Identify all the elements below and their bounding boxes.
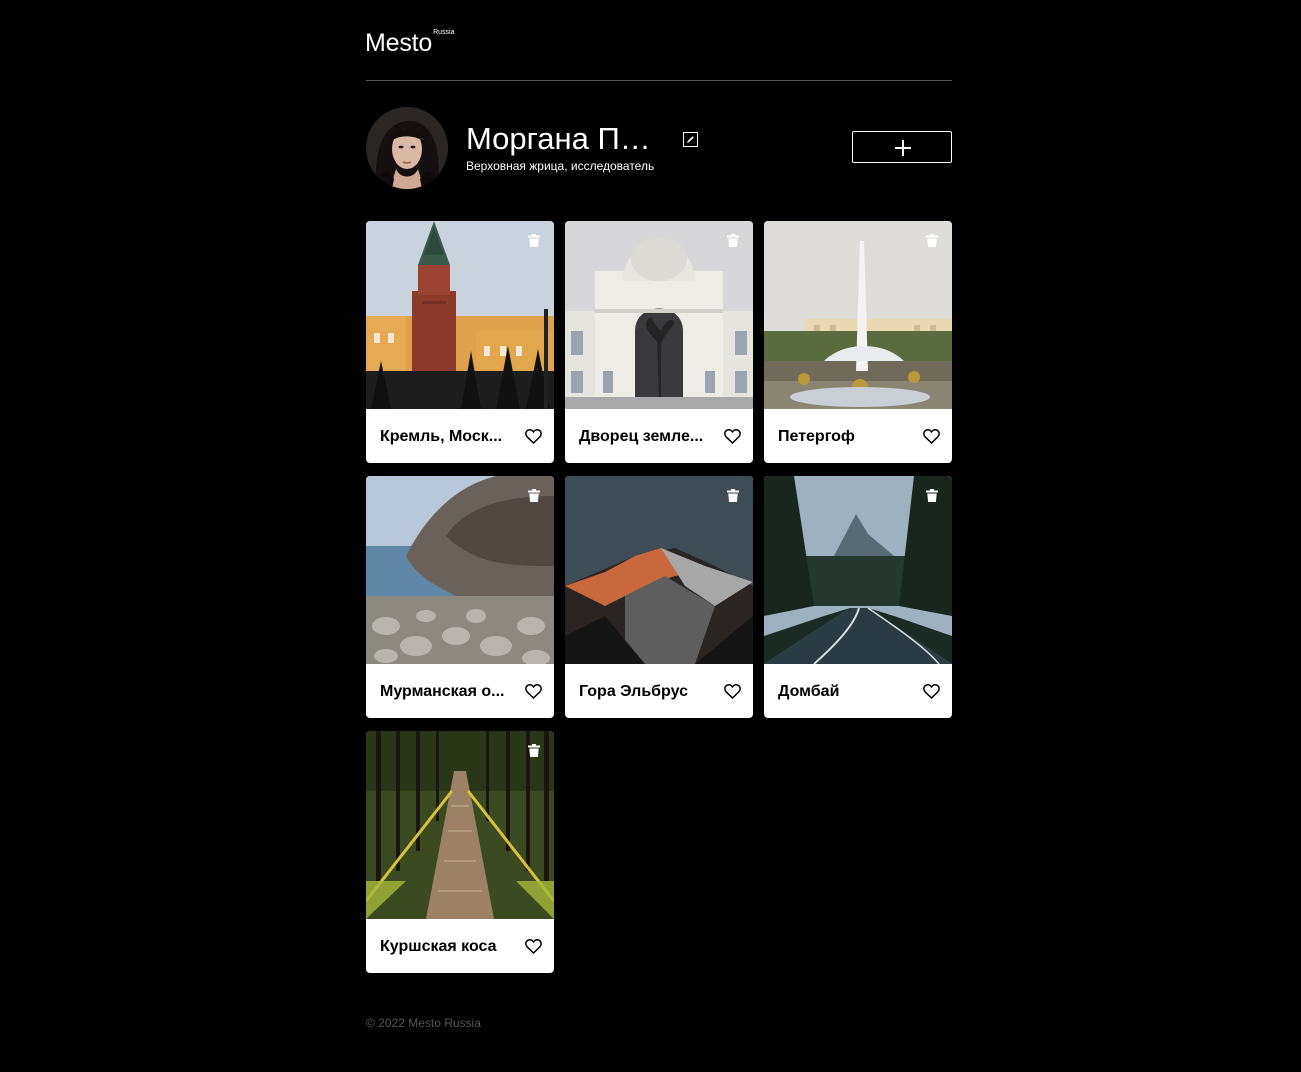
heart-outline-icon (724, 428, 741, 444)
logo-text: Mesto (365, 29, 433, 57)
card: Домбай (764, 476, 952, 718)
card-title: Гора Эльбрус (579, 682, 688, 700)
card-image[interactable] (565, 476, 753, 664)
card-footer: Мурманская о... (366, 664, 554, 718)
avatar[interactable] (366, 107, 448, 189)
like-button[interactable] (724, 428, 741, 444)
mountain-peak-image (565, 476, 753, 664)
cards-grid: Кремль, Моск... Дворец земле... Петергоф… (366, 221, 952, 973)
forest-boardwalk-image (366, 731, 554, 919)
heart-outline-icon (525, 938, 542, 954)
delete-card-button[interactable] (528, 234, 540, 247)
profile-name: Моргана Пе... (466, 121, 661, 156)
trash-icon (528, 489, 540, 502)
card-title: Дворец земле... (579, 427, 704, 445)
logo-superscript: Russia (433, 29, 455, 36)
header: Mesto Russia (365, 0, 952, 81)
like-button[interactable] (525, 938, 542, 954)
card-image[interactable] (764, 221, 952, 409)
card-title: Мурманская о... (380, 682, 505, 700)
trash-icon (727, 489, 739, 502)
profile-name-row: Моргана Пе... (466, 121, 796, 157)
heart-outline-icon (923, 428, 940, 444)
logo[interactable]: Mesto Russia (365, 29, 455, 57)
delete-card-button[interactable] (926, 489, 938, 502)
card: Кремль, Моск... (366, 221, 554, 463)
card: Петергоф (764, 221, 952, 463)
rocky-coast-image (366, 476, 554, 664)
trash-icon (528, 744, 540, 757)
heart-outline-icon (724, 683, 741, 699)
trash-icon (727, 234, 739, 247)
trash-icon (528, 234, 540, 247)
card-image[interactable] (366, 731, 554, 919)
card: Дворец земле... (565, 221, 753, 463)
like-button[interactable] (923, 428, 940, 444)
profile-about: Верховная жрица, исследователь (466, 159, 655, 173)
card-image[interactable] (366, 476, 554, 664)
heart-outline-icon (923, 683, 940, 699)
like-button[interactable] (724, 683, 741, 699)
delete-card-button[interactable] (727, 489, 739, 502)
add-card-button[interactable] (852, 131, 952, 163)
trash-icon (926, 489, 938, 502)
card-image[interactable] (764, 476, 952, 664)
pencil-icon (687, 136, 694, 143)
card-footer: Куршская коса (366, 919, 554, 973)
card: Куршская коса (366, 731, 554, 973)
card-title: Петергоф (778, 427, 855, 445)
card: Гора Эльбрус (565, 476, 753, 718)
avatar-image (366, 107, 448, 189)
footer: © 2022 Mesto Russia (366, 1016, 481, 1031)
profile-info: Моргана Пе... Верховная жрица, исследова… (466, 121, 796, 174)
heart-outline-icon (525, 428, 542, 444)
fountain-palace-image (764, 221, 952, 409)
delete-card-button[interactable] (528, 489, 540, 502)
card: Мурманская о... (366, 476, 554, 718)
card-title: Куршская коса (380, 937, 497, 955)
plus-icon (895, 140, 911, 156)
copyright-text: © 2022 Mesto Russia (366, 1016, 481, 1030)
like-button[interactable] (923, 683, 940, 699)
card-title: Кремль, Моск... (380, 427, 503, 445)
delete-card-button[interactable] (528, 744, 540, 757)
card-footer: Гора Эльбрус (565, 664, 753, 718)
kremlin-tower-image (366, 221, 554, 409)
profile: Моргана Пе... Верховная жрица, исследова… (366, 107, 952, 189)
palace-arch-image (565, 221, 753, 409)
card-footer: Домбай (764, 664, 952, 718)
forest-road-image (764, 476, 952, 664)
heart-outline-icon (525, 683, 542, 699)
delete-card-button[interactable] (727, 234, 739, 247)
like-button[interactable] (525, 683, 542, 699)
card-footer: Кремль, Моск... (366, 409, 554, 463)
card-footer: Дворец земле... (565, 409, 753, 463)
card-image[interactable] (565, 221, 753, 409)
like-button[interactable] (525, 428, 542, 444)
card-image[interactable] (366, 221, 554, 409)
card-title: Домбай (778, 682, 840, 700)
page: Mesto Russia Моргана Пе... Верховная жри… (365, 0, 952, 1030)
delete-card-button[interactable] (926, 234, 938, 247)
card-footer: Петергоф (764, 409, 952, 463)
edit-profile-button[interactable] (683, 132, 698, 147)
trash-icon (926, 234, 938, 247)
